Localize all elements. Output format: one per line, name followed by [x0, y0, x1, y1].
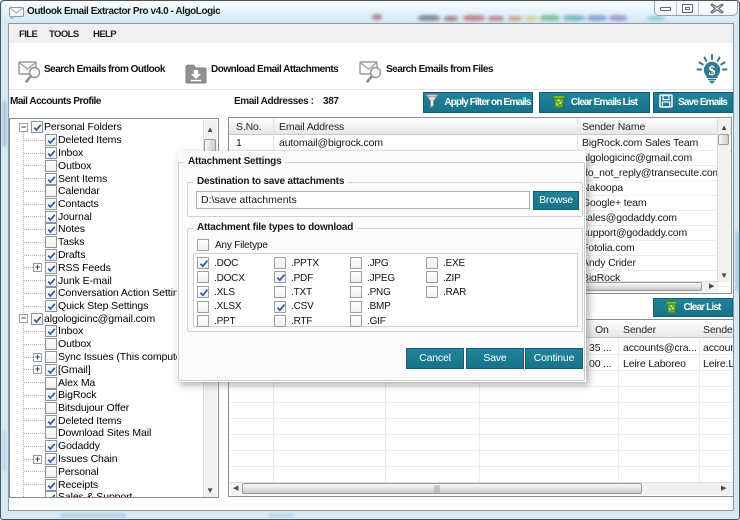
svg-text:$: $	[709, 64, 716, 79]
